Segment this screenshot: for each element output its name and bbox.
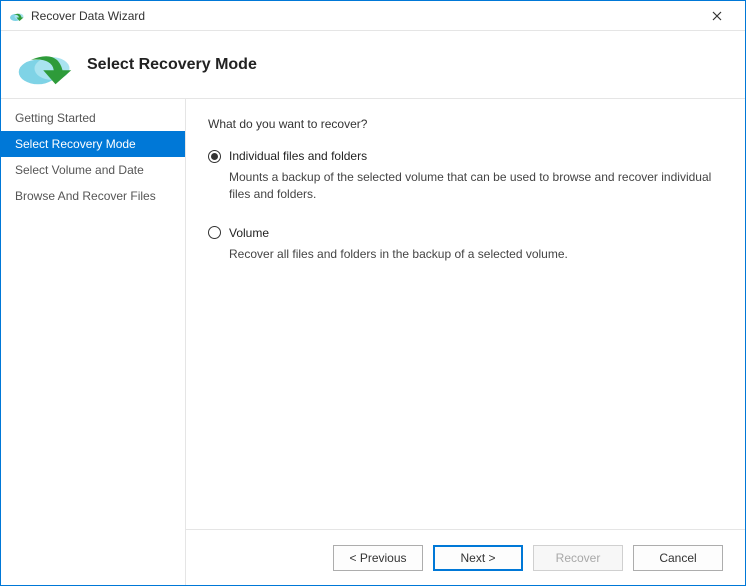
cancel-button[interactable]: Cancel <box>633 545 723 571</box>
option-individual-files-description: Mounts a backup of the selected volume t… <box>229 169 723 204</box>
wizard-window: Recover Data Wizard Select Recovery Mode… <box>0 0 746 586</box>
option-volume-label: Volume <box>229 226 269 240</box>
next-button[interactable]: Next > <box>433 545 523 571</box>
window-title: Recover Data Wizard <box>31 9 697 23</box>
footer: < Previous Next > Recover Cancel <box>186 529 745 585</box>
header: Select Recovery Mode <box>1 31 745 99</box>
option-volume-header[interactable]: Volume <box>208 226 723 240</box>
sidebar-item-select-volume-and-date[interactable]: Select Volume and Date <box>1 157 185 183</box>
radio-volume[interactable] <box>208 226 221 239</box>
body: Getting Started Select Recovery Mode Sel… <box>1 99 745 585</box>
content: What do you want to recover? Individual … <box>186 99 745 585</box>
cloud-restore-icon <box>17 44 73 86</box>
option-volume-description: Recover all files and folders in the bac… <box>229 246 723 263</box>
sidebar-item-getting-started[interactable]: Getting Started <box>1 105 185 131</box>
content-inner: What do you want to recover? Individual … <box>186 99 745 529</box>
option-individual-files-label: Individual files and folders <box>229 149 367 163</box>
option-volume: Volume Recover all files and folders in … <box>208 226 723 263</box>
page-title: Select Recovery Mode <box>87 56 257 74</box>
sidebar-item-select-recovery-mode[interactable]: Select Recovery Mode <box>1 131 185 157</box>
recovery-question: What do you want to recover? <box>208 117 723 131</box>
previous-button[interactable]: < Previous <box>333 545 423 571</box>
option-individual-files-header[interactable]: Individual files and folders <box>208 149 723 163</box>
sidebar: Getting Started Select Recovery Mode Sel… <box>1 99 186 585</box>
sidebar-item-browse-and-recover-files[interactable]: Browse And Recover Files <box>1 183 185 209</box>
app-icon <box>9 8 25 24</box>
recover-button: Recover <box>533 545 623 571</box>
option-individual-files: Individual files and folders Mounts a ba… <box>208 149 723 204</box>
titlebar: Recover Data Wizard <box>1 1 745 31</box>
radio-individual-files[interactable] <box>208 150 221 163</box>
close-button[interactable] <box>697 2 737 30</box>
